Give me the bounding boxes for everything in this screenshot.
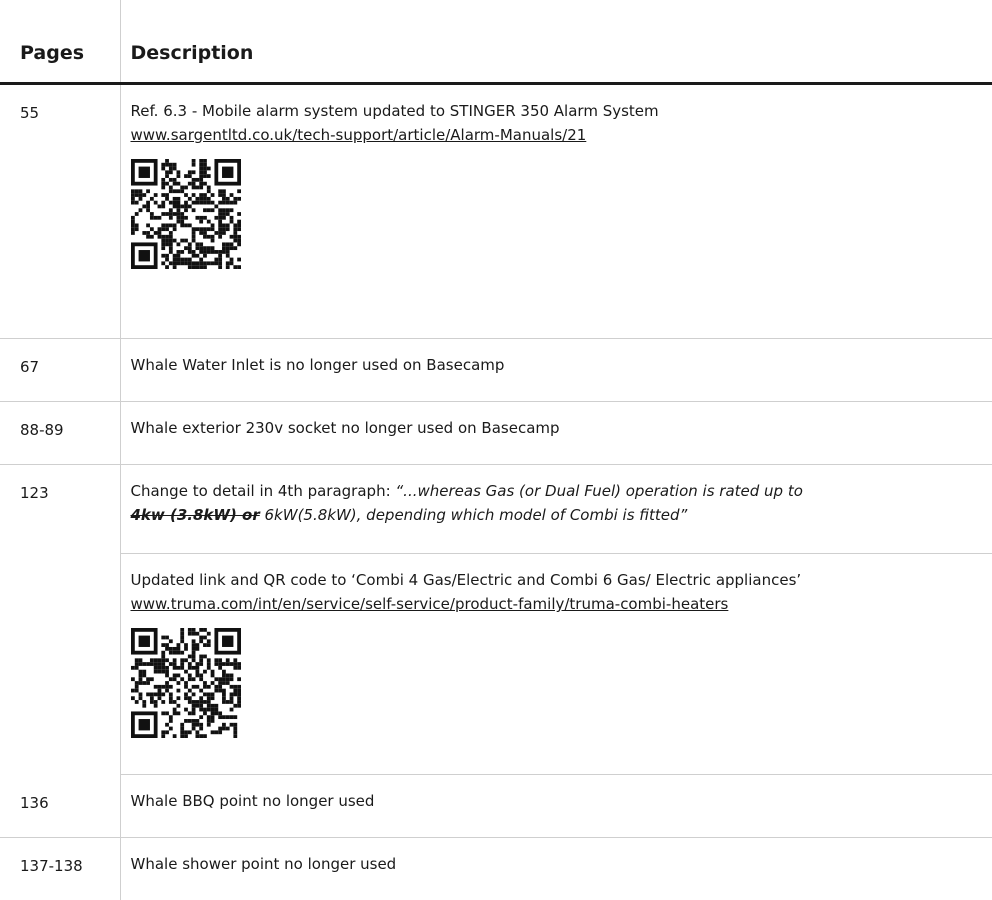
row-text: Updated link and QR code to ‘Combi 4 Gas… bbox=[131, 568, 992, 592]
table-row: 55 Ref. 6.3 - Mobile alarm system update… bbox=[0, 84, 992, 339]
row-description: Whale Water Inlet is no longer used on B… bbox=[120, 339, 992, 402]
row-pages: 88-89 bbox=[0, 402, 120, 465]
header-pages: Pages bbox=[0, 0, 120, 84]
row-pages: 137-138 bbox=[0, 837, 120, 900]
header-description: Description bbox=[120, 0, 992, 84]
qr-code-truma-icon bbox=[131, 628, 241, 738]
row-description: Change to detail in 4th paragraph: “...w… bbox=[120, 465, 992, 554]
row-text-continued: 4kw (3.8kW) or 6kW(5.8kW), depending whi… bbox=[131, 503, 992, 527]
row-pages: 67 bbox=[0, 339, 120, 402]
table-row: 123 Change to detail in 4th paragraph: “… bbox=[0, 465, 992, 554]
table-row: 137-138 Whale shower point no longer use… bbox=[0, 837, 992, 900]
table-row: 88-89 Whale exterior 230v socket no long… bbox=[0, 402, 992, 465]
truma-combi-heaters-link[interactable]: www.truma.com/int/en/service/self-servic… bbox=[131, 592, 992, 616]
table-row: Updated link and QR code to ‘Combi 4 Gas… bbox=[0, 554, 992, 775]
row-pages: 55 bbox=[0, 84, 120, 339]
sargent-alarm-manual-link[interactable]: www.sargentltd.co.uk/tech-support/articl… bbox=[131, 123, 992, 147]
row-text: Ref. 6.3 - Mobile alarm system updated t… bbox=[131, 99, 992, 123]
row-description: Ref. 6.3 - Mobile alarm system updated t… bbox=[120, 84, 992, 339]
row-description: Whale exterior 230v socket no longer use… bbox=[120, 402, 992, 465]
changes-table: Pages Description 55 Ref. 6.3 - Mobile a… bbox=[0, 0, 992, 900]
row-description: Whale shower point no longer used bbox=[120, 837, 992, 900]
row-description: Updated link and QR code to ‘Combi 4 Gas… bbox=[120, 554, 992, 775]
row-text: Change to detail in 4th paragraph: “...w… bbox=[131, 479, 992, 503]
table-row: 67 Whale Water Inlet is no longer used o… bbox=[0, 339, 992, 402]
qr-code-alarm-icon bbox=[131, 159, 241, 269]
row-pages: 123 bbox=[0, 465, 120, 775]
